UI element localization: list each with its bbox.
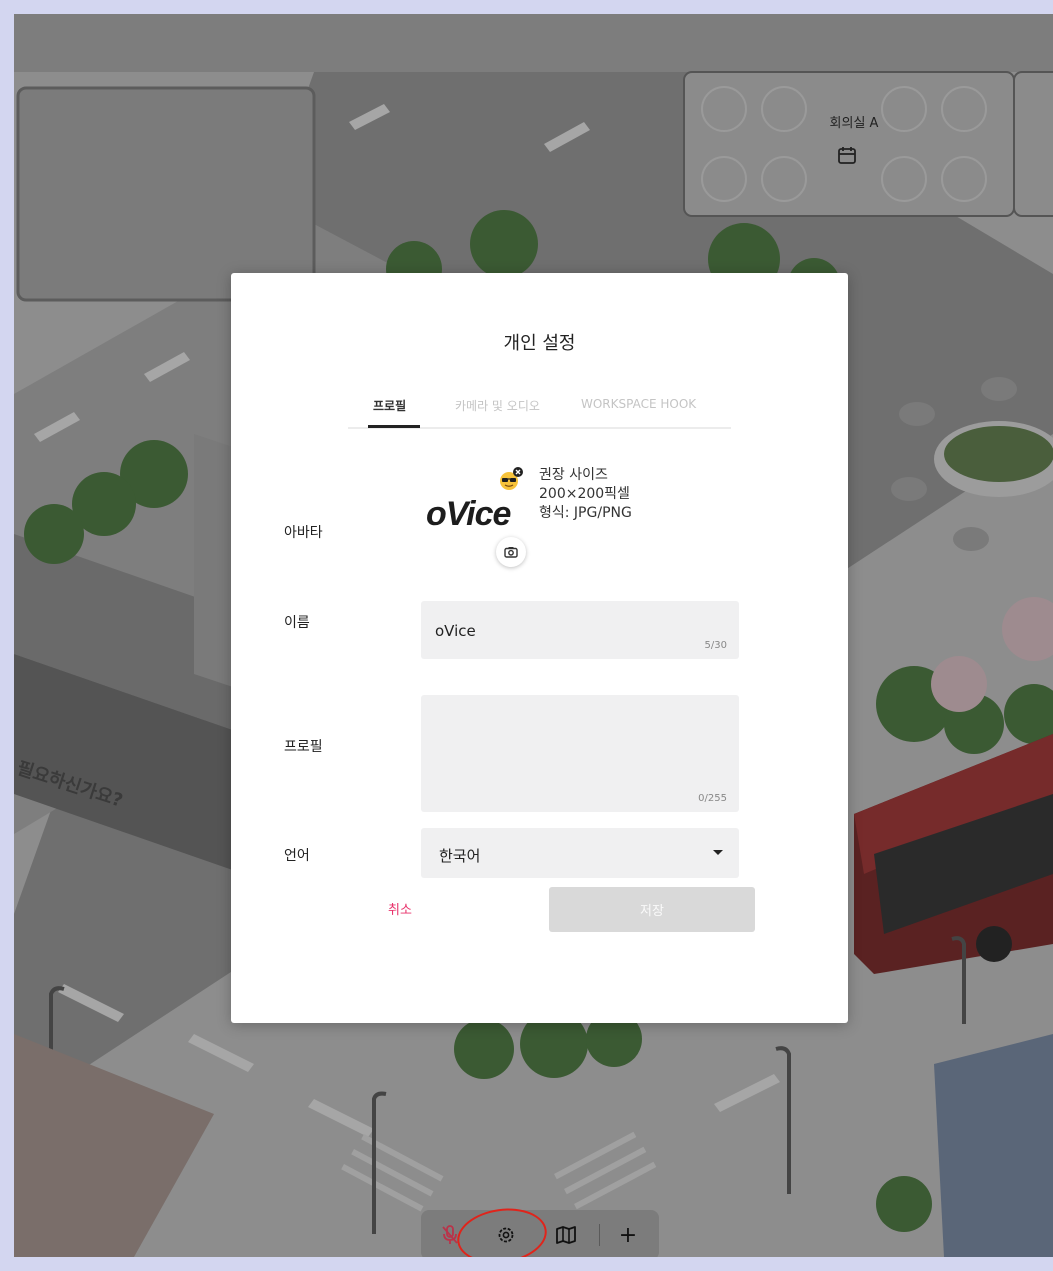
name-label: 이름 <box>284 615 310 631</box>
dialog-title: 개인 설정 <box>503 333 576 354</box>
profile-char-counter: 0/255 <box>698 793 727 804</box>
cancel-button[interactable]: 취소 <box>388 899 412 918</box>
avatar-label: 아바타 <box>284 525 323 541</box>
toolbar-divider <box>599 1224 600 1246</box>
language-select[interactable]: 한국어 <box>421 828 739 878</box>
app-window: 회의실 A 필요하신가요? 개인 설정 프로필 카메라 및 오디오 WORKSP… <box>14 14 1053 1257</box>
language-label: 언어 <box>284 848 310 864</box>
plus-icon[interactable]: + <box>613 1220 643 1250</box>
personal-settings-dialog: 개인 설정 프로필 카메라 및 오디오 WORKSPACE HOOK 아바타 o… <box>231 273 848 1023</box>
sunglasses-emoji-icon[interactable] <box>498 466 524 492</box>
tab-workspace-hook[interactable]: WORKSPACE HOOK <box>581 397 696 411</box>
name-char-counter: 5/30 <box>704 640 727 651</box>
name-input[interactable]: oVice 5/30 <box>421 601 739 659</box>
language-select-value: 한국어 <box>439 847 481 865</box>
avatar-info-format: 형식: JPG/PNG <box>539 505 632 521</box>
tab-camera-audio[interactable]: 카메라 및 오디오 <box>455 397 540 414</box>
map-icon[interactable] <box>551 1220 581 1250</box>
avatar-requirements: 권장 사이즈 200×200픽셀 형식: JPG/PNG <box>539 466 632 523</box>
profile-textarea[interactable]: 0/255 <box>421 695 739 812</box>
tab-profile[interactable]: 프로필 <box>373 397 406 414</box>
name-input-value: oVice <box>435 622 476 640</box>
camera-icon <box>504 547 518 558</box>
active-tab-indicator <box>368 425 420 428</box>
caret-down-icon <box>713 850 723 855</box>
meeting-room-label[interactable]: 회의실 A <box>821 112 887 131</box>
settings-tabs: 프로필 카메라 및 오디오 WORKSPACE HOOK <box>348 393 731 429</box>
save-button[interactable]: 저장 <box>549 887 755 932</box>
avatar-image[interactable]: oVice <box>426 495 511 534</box>
avatar-info-size-value: 200×200픽셀 <box>539 486 630 502</box>
calendar-icon[interactable] <box>837 145 857 165</box>
camera-upload-button[interactable] <box>496 537 526 567</box>
avatar-info-size-label: 권장 사이즈 <box>539 467 608 483</box>
profile-label: 프로필 <box>284 739 323 755</box>
